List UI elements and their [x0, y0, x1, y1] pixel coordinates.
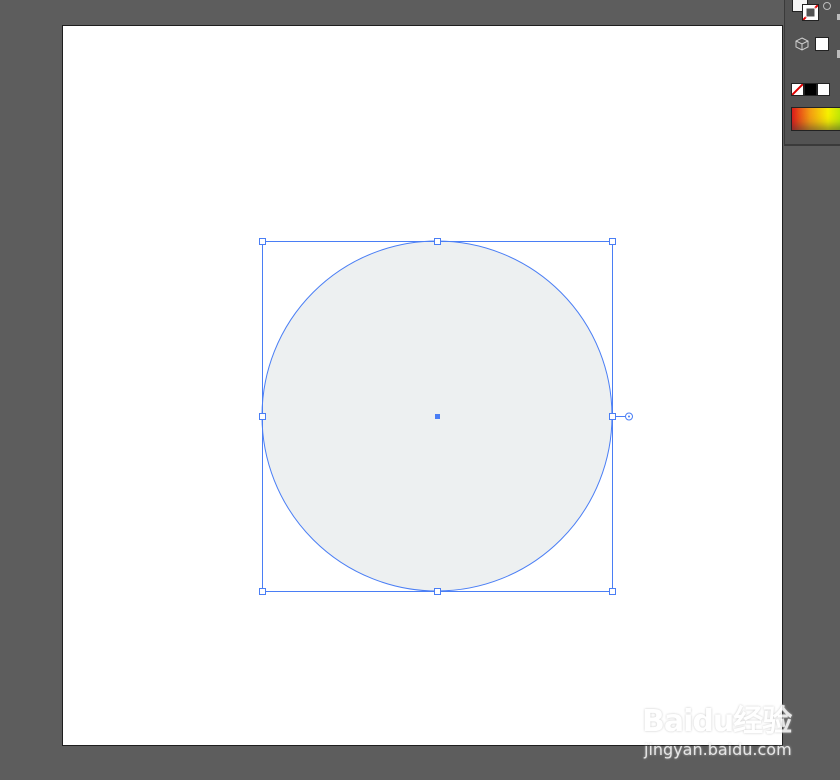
handle-top-left[interactable]	[259, 238, 266, 245]
handle-bottom-left[interactable]	[259, 588, 266, 595]
handle-bottom-right[interactable]	[609, 588, 616, 595]
swap-fill-stroke-icon[interactable]	[823, 2, 831, 10]
watermark-url: jingyan.baidu.com	[644, 740, 792, 759]
canvas-overlay	[259, 238, 633, 595]
3d-cube-icon[interactable]	[795, 36, 809, 51]
color-none-swatch[interactable]	[791, 83, 804, 96]
color-white-swatch[interactable]	[817, 83, 830, 96]
stroke-none-icon[interactable]	[802, 4, 819, 21]
watermark-logo: Baidu经验	[642, 704, 792, 739]
draw-mode-icon[interactable]	[815, 37, 829, 51]
handle-middle-left[interactable]	[259, 413, 266, 420]
handle-middle-right[interactable]	[609, 413, 616, 420]
center-point[interactable]	[435, 414, 440, 419]
color-black-swatch[interactable]	[804, 83, 817, 96]
pie-widget-dot	[628, 415, 630, 418]
handle-top-right[interactable]	[609, 238, 616, 245]
gradient-swatch[interactable]	[791, 107, 840, 131]
workspace[interactable]: Baidu经验 jingyan.baidu.com	[0, 0, 840, 780]
tools-panel	[784, 0, 840, 146]
handle-top-center[interactable]	[434, 238, 441, 245]
handle-bottom-center[interactable]	[434, 588, 441, 595]
watermark: Baidu经验 jingyan.baidu.com	[642, 688, 802, 768]
